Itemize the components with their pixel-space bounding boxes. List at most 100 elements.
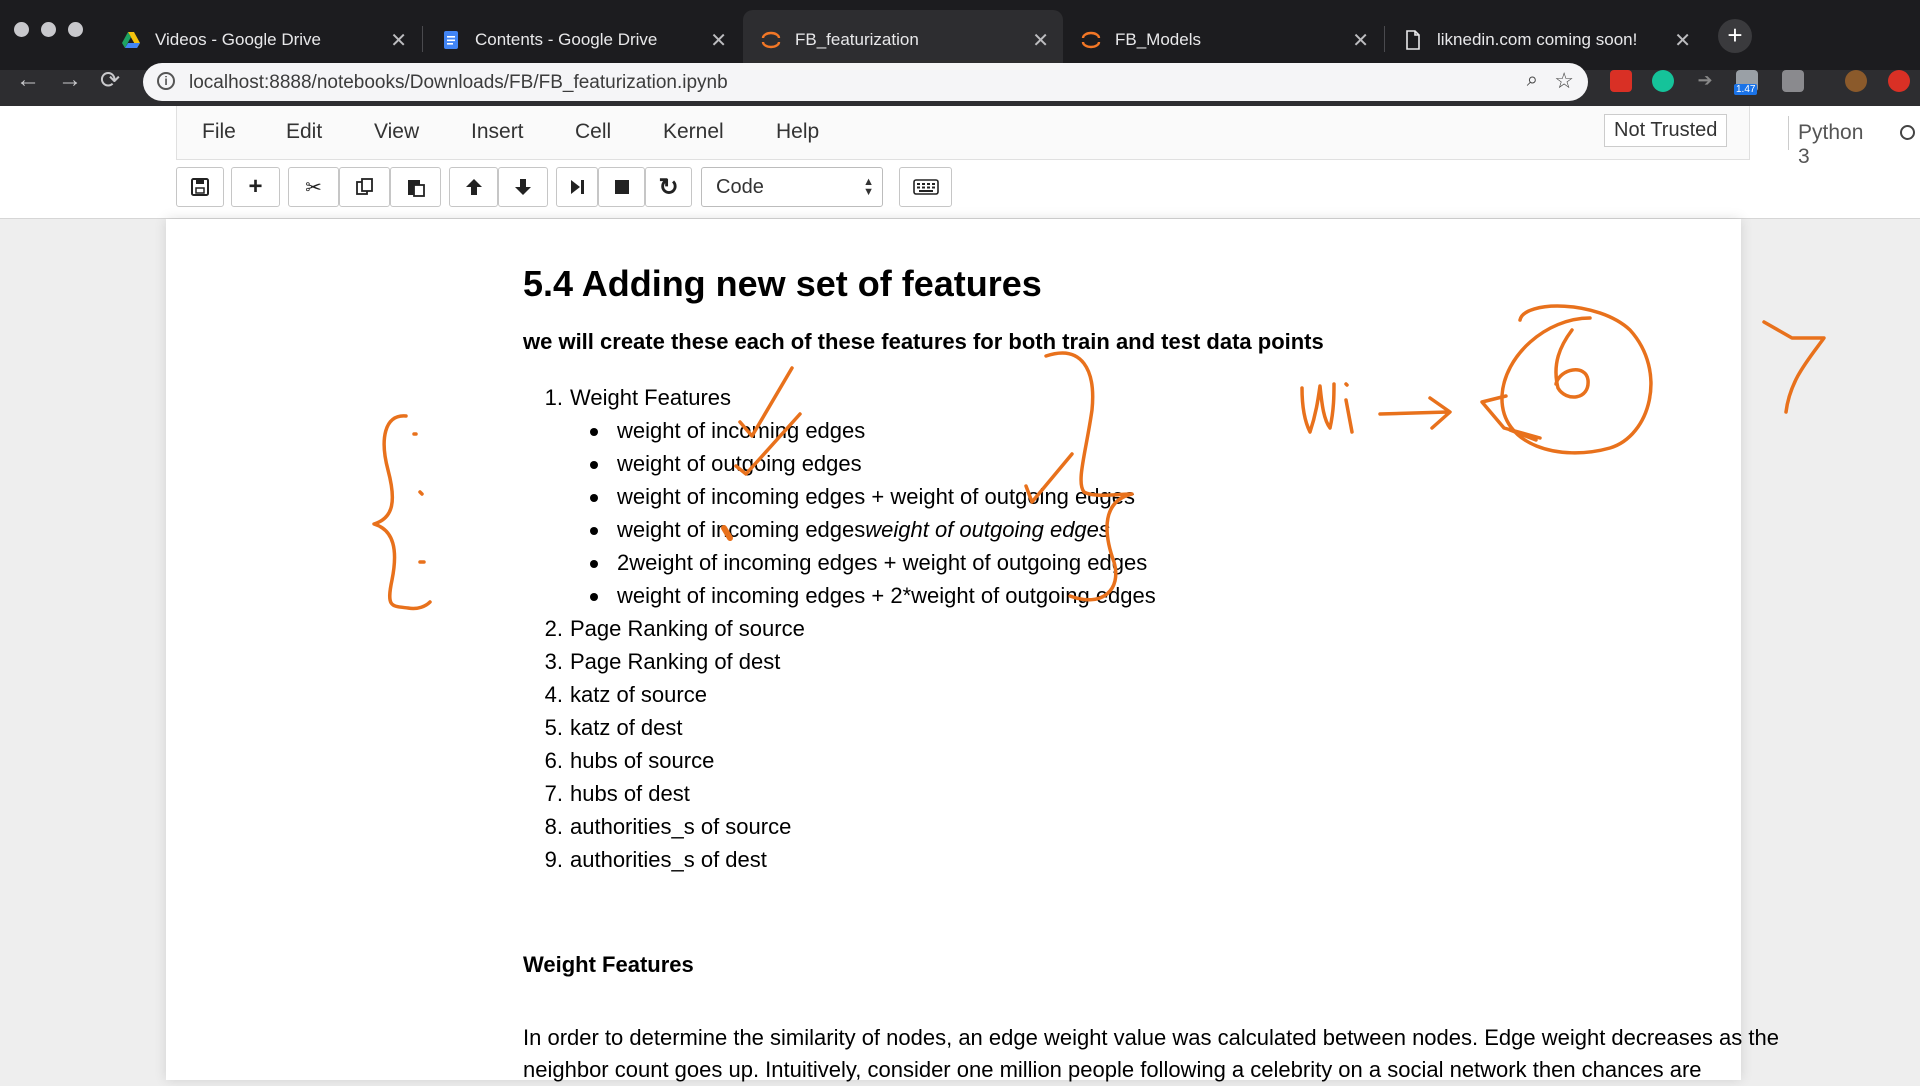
share-extension-icon[interactable]: ➔ bbox=[1694, 70, 1716, 92]
url-text[interactable]: localhost:8888/notebooks/Downloads/FB/FB… bbox=[189, 72, 728, 94]
feature-label: Page Ranking of source bbox=[570, 616, 805, 641]
tab-videos-google-drive[interactable]: Videos - Google Drive ✕ bbox=[103, 10, 421, 70]
command-palette-button[interactable] bbox=[899, 167, 952, 207]
move-up-button[interactable] bbox=[449, 167, 498, 207]
weight-subitem: weight of incoming edges + weight of out… bbox=[590, 484, 1135, 510]
jupyter-header: File Edit View Insert Cell Kernel Help N… bbox=[0, 106, 1920, 219]
feature-label: Weight Features bbox=[570, 385, 732, 410]
forward-arrow-icon[interactable]: → bbox=[58, 66, 82, 94]
subitem-text: weight of outgoing edges bbox=[617, 451, 862, 476]
menu-kernel[interactable]: Kernel bbox=[663, 120, 724, 144]
menu-bar: File Edit View Insert Cell Kernel Help N… bbox=[176, 106, 1915, 168]
move-down-button[interactable] bbox=[498, 167, 548, 207]
close-tab-icon[interactable]: ✕ bbox=[1032, 28, 1049, 53]
run-button[interactable] bbox=[556, 167, 598, 207]
speed-extension-icon[interactable]: 1.47 bbox=[1734, 70, 1758, 95]
feature-label: katz of dest bbox=[570, 715, 683, 740]
paste-icon bbox=[407, 180, 425, 197]
tab-title: liknedin.com coming soon! bbox=[1437, 30, 1638, 49]
bookmark-star-icon[interactable]: ☆ bbox=[1554, 68, 1574, 94]
tab-liknedin[interactable]: liknedin.com coming soon! ✕ bbox=[1385, 10, 1705, 70]
grammarly-extension-icon[interactable] bbox=[1652, 70, 1674, 92]
trust-status-button[interactable]: Not Trusted bbox=[1604, 114, 1728, 147]
intro-text: we will create these each of these featu… bbox=[523, 329, 1324, 354]
tab-title: Contents - Google Drive bbox=[475, 30, 658, 49]
address-bar[interactable]: i localhost:8888/notebooks/Downloads/FB/… bbox=[143, 63, 1588, 101]
browser-tab-strip: Videos - Google Drive ✕ Contents - Googl… bbox=[0, 0, 1920, 70]
weight-features-heading: Weight Features bbox=[523, 952, 694, 977]
close-tab-icon[interactable]: ✕ bbox=[710, 28, 727, 53]
seven-handwriting bbox=[1762, 320, 1826, 414]
back-arrow-icon[interactable]: ← bbox=[16, 66, 40, 94]
move-up-icon bbox=[465, 179, 482, 195]
feature-label: hubs of dest bbox=[570, 781, 690, 806]
add-cell-button[interactable]: + bbox=[231, 167, 280, 207]
tab-contents-google-drive[interactable]: Contents - Google Drive ✕ bbox=[423, 10, 741, 70]
close-tab-icon[interactable]: ✕ bbox=[390, 28, 407, 53]
feature-number: 1. bbox=[544, 385, 563, 410]
jupyter-icon bbox=[1081, 31, 1101, 49]
facebook-extension-icon[interactable] bbox=[1782, 70, 1804, 92]
stop-icon bbox=[614, 180, 629, 194]
save-icon bbox=[191, 178, 209, 196]
run-icon bbox=[571, 180, 584, 194]
cut-icon: ✂ bbox=[305, 176, 322, 199]
tab-title: FB_featurization bbox=[795, 30, 919, 49]
subitem-text: weight of incoming edges bbox=[617, 517, 866, 542]
tab-fb-featurization[interactable]: FB_featurization ✕ bbox=[743, 10, 1063, 70]
menu-help[interactable]: Help bbox=[776, 120, 819, 144]
menu-insert[interactable]: Insert bbox=[471, 120, 524, 144]
page-icon bbox=[1406, 30, 1420, 50]
menu-view[interactable]: View bbox=[374, 120, 419, 144]
feature-number: 5. bbox=[544, 715, 563, 740]
google-docs-icon bbox=[444, 31, 458, 49]
weight-subitem: weight of incoming edges + 2*weight of o… bbox=[590, 583, 1156, 609]
save-button[interactable] bbox=[176, 167, 224, 207]
close-window-button[interactable] bbox=[14, 22, 29, 37]
add-cell-icon: + bbox=[248, 173, 263, 200]
bullet bbox=[590, 560, 598, 568]
paste-button[interactable] bbox=[390, 167, 441, 207]
reload-icon[interactable]: ⟳ bbox=[100, 66, 120, 95]
bullet bbox=[590, 461, 598, 469]
bullet bbox=[590, 593, 598, 601]
cell-type-select[interactable]: Code ▲ ▼ bbox=[701, 167, 883, 207]
weight-subitem: 2weight of incoming edges + weight of ou… bbox=[590, 550, 1147, 576]
jupyter-icon bbox=[761, 31, 781, 49]
bullet bbox=[590, 494, 598, 502]
copy-button[interactable] bbox=[339, 167, 390, 207]
tab-fb-models[interactable]: FB_Models ✕ bbox=[1063, 10, 1383, 70]
new-tab-button[interactable]: + bbox=[1718, 19, 1752, 53]
cell-type-value: Code bbox=[716, 176, 764, 198]
minimize-window-button[interactable] bbox=[41, 22, 56, 37]
restart-button[interactable]: ↻ bbox=[645, 167, 692, 207]
zoom-icon[interactable]: ⌕ bbox=[1527, 69, 1538, 92]
menu-edit[interactable]: Edit bbox=[286, 120, 322, 144]
gmail-extension-icon[interactable] bbox=[1610, 70, 1632, 92]
move-down-icon bbox=[515, 179, 531, 195]
zoom-window-button[interactable] bbox=[68, 22, 83, 37]
weight-subitem: weight of incoming edgesweight of outgoi… bbox=[590, 517, 1110, 543]
menu-file[interactable]: File bbox=[202, 120, 236, 144]
close-tab-icon[interactable]: ✕ bbox=[1352, 28, 1369, 53]
copy-icon bbox=[355, 178, 373, 195]
kernel-name: Python 3 bbox=[1798, 121, 1864, 168]
tab-title: Videos - Google Drive bbox=[155, 30, 321, 49]
tab-title: FB_Models bbox=[1115, 30, 1201, 49]
command-palette-icon bbox=[912, 179, 939, 195]
site-info-icon[interactable]: i bbox=[157, 72, 175, 90]
update-icon[interactable] bbox=[1888, 70, 1910, 92]
subitem-italic-text: weight of outgoing edges bbox=[865, 517, 1110, 542]
profile-avatar[interactable] bbox=[1845, 70, 1867, 92]
menu-cell[interactable]: Cell bbox=[575, 120, 611, 144]
stop-button[interactable] bbox=[598, 167, 645, 207]
kernel-divider bbox=[1788, 116, 1789, 150]
weight-subitem: weight of incoming edges bbox=[590, 418, 865, 444]
feature-number: 2. bbox=[544, 616, 563, 641]
google-drive-icon bbox=[122, 32, 140, 48]
feature-number: 7. bbox=[544, 781, 563, 806]
subitem-text: weight of incoming edges + 2*weight of o… bbox=[617, 583, 1156, 608]
bullet bbox=[590, 428, 598, 436]
cut-button[interactable]: ✂ bbox=[288, 167, 339, 207]
close-tab-icon[interactable]: ✕ bbox=[1674, 28, 1691, 53]
